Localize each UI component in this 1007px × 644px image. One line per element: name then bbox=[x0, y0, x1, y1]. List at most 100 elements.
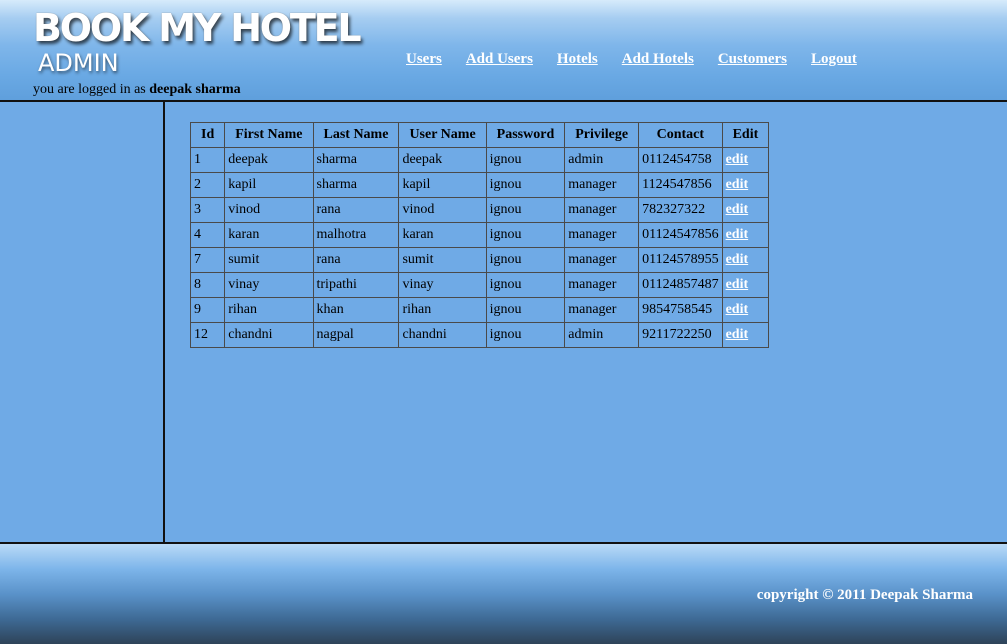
table-row: 7 sumit rana sumit ignou manager 01124578955 ed… bbox=[189, 247, 770, 273]
table-cell: 1 bbox=[189, 147, 226, 173]
table-cell: rana bbox=[312, 247, 400, 273]
table-cell: 7 bbox=[189, 247, 226, 273]
edit-link[interactable]: edit bbox=[726, 202, 749, 217]
table-row: 4 karan malhotra karan ignou manager 011245478… bbox=[189, 222, 770, 248]
table-cell: 4 bbox=[189, 222, 226, 248]
login-status: you are logged in as deepak sharma bbox=[33, 82, 241, 98]
table-row: 9 rihan khan rihan ignou manager 9854758545 edi… bbox=[189, 297, 770, 323]
table-cell: sharma bbox=[312, 147, 400, 173]
table-cell: vinod bbox=[224, 197, 314, 223]
table-cell: khan bbox=[312, 297, 400, 323]
edit-cell: edit bbox=[721, 272, 770, 298]
table-cell: 0112454758 bbox=[638, 147, 723, 173]
table-cell: ignou bbox=[485, 197, 566, 223]
table-cell: manager bbox=[564, 272, 640, 298]
table-cell: 01124578955 bbox=[638, 247, 723, 273]
table-cell: rihan bbox=[398, 297, 487, 323]
table-cell: ignou bbox=[485, 222, 566, 248]
column-header: First Name bbox=[224, 122, 314, 148]
table-cell: 9211722250 bbox=[638, 322, 723, 348]
table-cell: ignou bbox=[485, 247, 566, 273]
table-cell: karan bbox=[224, 222, 314, 248]
table-cell: manager bbox=[564, 172, 640, 198]
edit-cell: edit bbox=[721, 297, 770, 323]
edit-cell: edit bbox=[721, 222, 770, 248]
site-logo-title: BOOK MY HOTEL bbox=[33, 6, 362, 50]
table-cell: karan bbox=[398, 222, 487, 248]
table-cell: nagpal bbox=[312, 322, 400, 348]
edit-cell: edit bbox=[721, 172, 770, 198]
nav-hotels-link[interactable]: Hotels bbox=[557, 51, 598, 68]
table-cell: vinod bbox=[398, 197, 487, 223]
table-cell: manager bbox=[564, 247, 640, 273]
column-header: Contact bbox=[638, 122, 723, 148]
table-cell: ignou bbox=[485, 272, 566, 298]
nav-add-hotels-link[interactable]: Add Hotels bbox=[622, 51, 694, 68]
column-header: Privilege bbox=[564, 122, 640, 148]
column-header: Password bbox=[485, 122, 566, 148]
edit-link[interactable]: edit bbox=[726, 277, 749, 292]
table-cell: manager bbox=[564, 297, 640, 323]
edit-cell: edit bbox=[721, 322, 770, 348]
edit-link[interactable]: edit bbox=[726, 302, 749, 317]
table-cell: ignou bbox=[485, 172, 566, 198]
table-cell: ignou bbox=[485, 147, 566, 173]
table-cell: tripathi bbox=[312, 272, 400, 298]
nav-customers-link[interactable]: Customers bbox=[718, 51, 787, 68]
table-row: 1 deepak sharma deepak ignou admin 0112454758 e… bbox=[189, 147, 770, 173]
table-cell: chandni bbox=[398, 322, 487, 348]
table-cell: 01124547856 bbox=[638, 222, 723, 248]
users-table: Id First Name Last Name User Name Password Pr… bbox=[189, 122, 770, 348]
table-cell: deepak bbox=[224, 147, 314, 173]
table-cell: sharma bbox=[312, 172, 400, 198]
table-row: 8 vinay tripathi vinay ignou manager 011248574… bbox=[189, 272, 770, 298]
table-cell: 9 bbox=[189, 297, 226, 323]
nav-logout-link[interactable]: Logout bbox=[811, 51, 857, 68]
logged-in-username: deepak sharma bbox=[149, 82, 241, 97]
sidebar bbox=[0, 102, 165, 542]
table-cell: 01124857487 bbox=[638, 272, 723, 298]
site-logo-subtitle: ADMIN bbox=[38, 49, 119, 77]
nav-add-users-link[interactable]: Add Users bbox=[466, 51, 533, 68]
table-cell: vinay bbox=[224, 272, 314, 298]
table-cell: vinay bbox=[398, 272, 487, 298]
edit-link[interactable]: edit bbox=[726, 177, 749, 192]
edit-cell: edit bbox=[721, 147, 770, 173]
table-cell: 1124547856 bbox=[638, 172, 723, 198]
column-header: Id bbox=[189, 122, 226, 148]
table-cell: manager bbox=[564, 197, 640, 223]
table-header-row: Id First Name Last Name User Name Password Pr… bbox=[189, 122, 770, 148]
column-header: Edit bbox=[721, 122, 770, 148]
table-cell: manager bbox=[564, 222, 640, 248]
table-cell: ignou bbox=[485, 322, 566, 348]
copyright-text: copyright © 2011 Deepak Sharma bbox=[756, 587, 973, 603]
nav-users-link[interactable]: Users bbox=[406, 51, 442, 68]
table-cell: sumit bbox=[398, 247, 487, 273]
table-cell: rihan bbox=[224, 297, 314, 323]
edit-link[interactable]: edit bbox=[726, 152, 749, 167]
main-nav: Users Add Users Hotels Add Hotels Custom… bbox=[406, 51, 881, 68]
table-cell: 12 bbox=[189, 322, 226, 348]
table-cell: 782327322 bbox=[638, 197, 723, 223]
edit-link[interactable]: edit bbox=[726, 252, 749, 267]
edit-link[interactable]: edit bbox=[726, 227, 749, 242]
table-row: 3 vinod rana vinod ignou manager 782327322 edit bbox=[189, 197, 770, 223]
table-cell: rana bbox=[312, 197, 400, 223]
table-cell: malhotra bbox=[312, 222, 400, 248]
table-cell: kapil bbox=[398, 172, 487, 198]
edit-cell: edit bbox=[721, 247, 770, 273]
table-cell: 2 bbox=[189, 172, 226, 198]
table-cell: 8 bbox=[189, 272, 226, 298]
table-cell: sumit bbox=[224, 247, 314, 273]
column-header: User Name bbox=[398, 122, 487, 148]
edit-link[interactable]: edit bbox=[726, 327, 749, 342]
edit-cell: edit bbox=[721, 197, 770, 223]
table-cell: admin bbox=[564, 322, 640, 348]
table-cell: deepak bbox=[398, 147, 487, 173]
main-content: Id First Name Last Name User Name Password Pr… bbox=[165, 102, 1007, 542]
table-cell: 9854758545 bbox=[638, 297, 723, 323]
column-header: Last Name bbox=[312, 122, 400, 148]
table-cell: ignou bbox=[485, 297, 566, 323]
table-cell: admin bbox=[564, 147, 640, 173]
table-row: 12 chandni nagpal chandni ignou admin 92117222… bbox=[189, 322, 770, 348]
